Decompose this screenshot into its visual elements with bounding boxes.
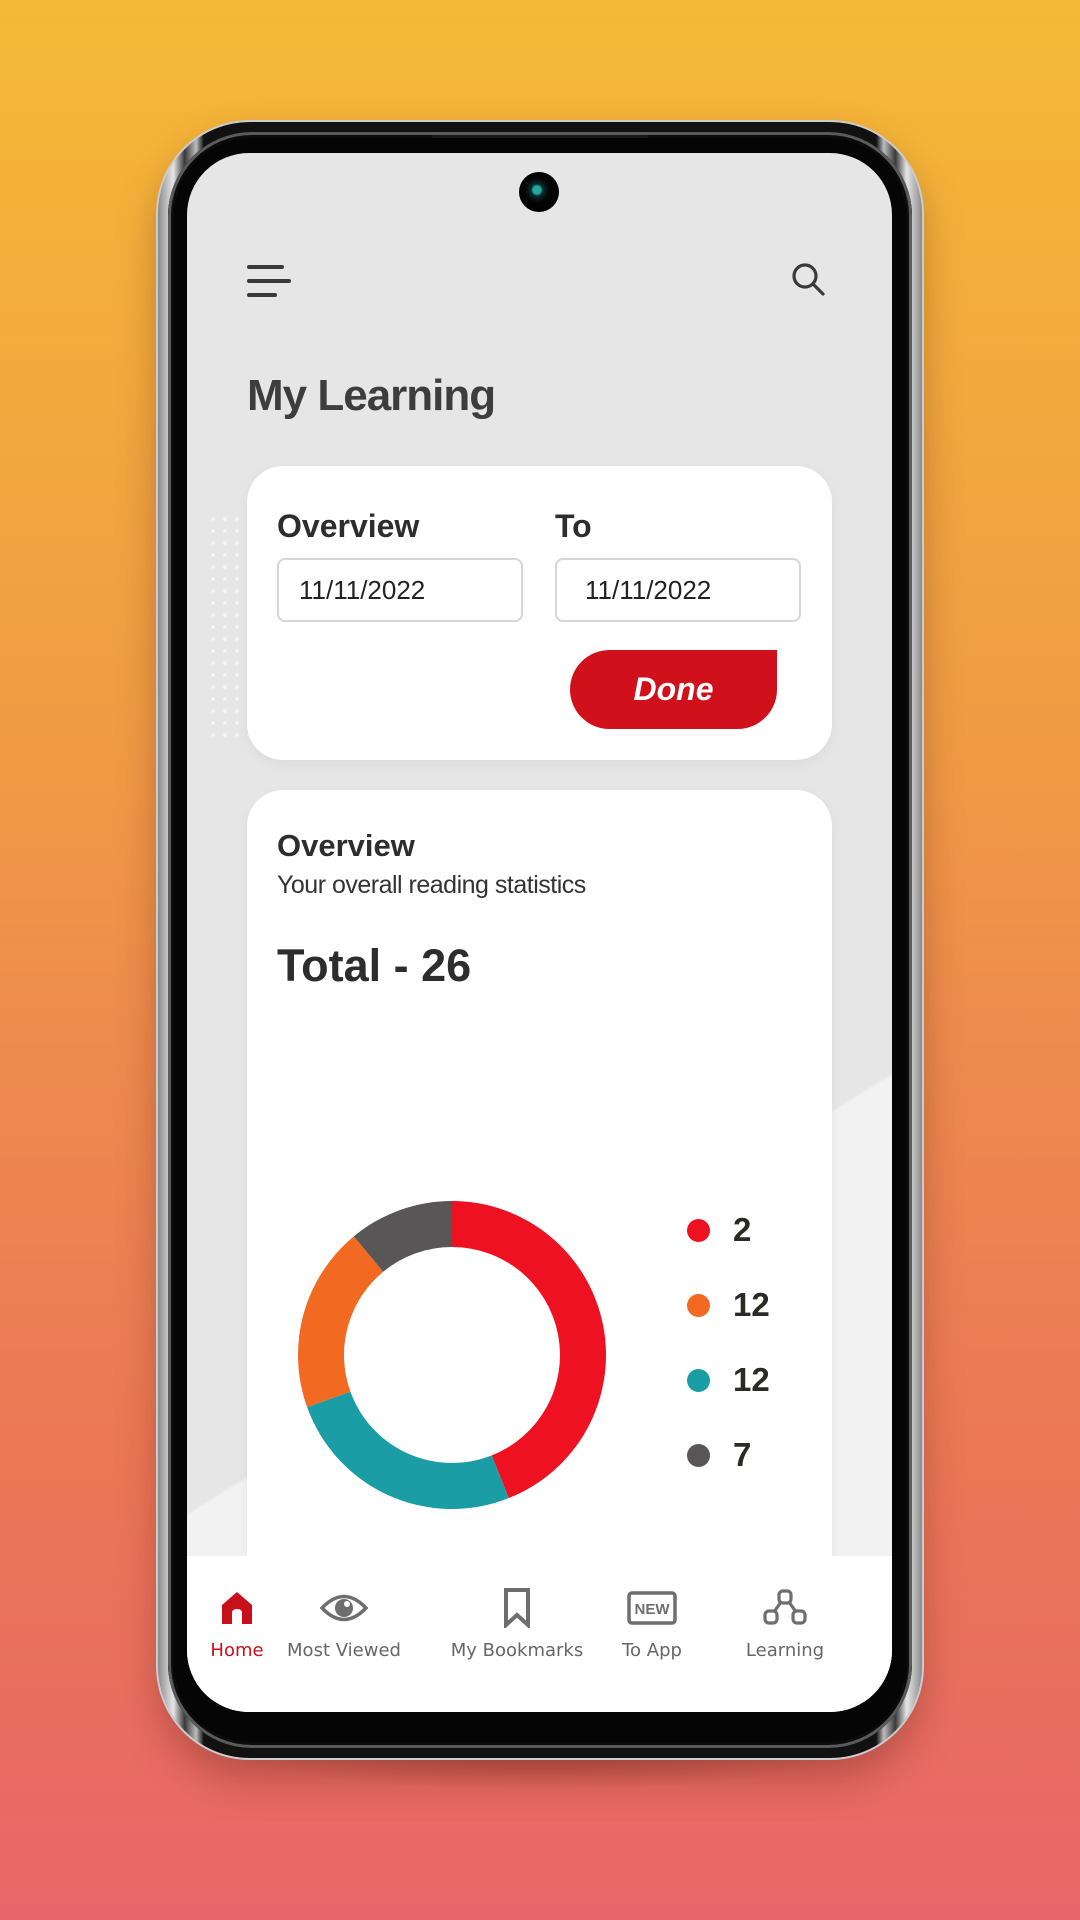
legend-dot [687,1368,710,1392]
from-date-input[interactable]: 11/11/2022 [277,558,523,622]
search-button[interactable] [791,261,831,301]
bookmark-icon [503,1586,531,1630]
nav-item-learning[interactable]: Learning [735,1586,835,1676]
donut-segment [452,1201,606,1499]
hamburger-line [247,279,291,283]
from-date-label: Overview [277,508,420,544]
front-camera [519,172,559,212]
donut-segment [298,1236,384,1408]
nav-label: Home [210,1640,264,1661]
donut-chart [298,1201,606,1509]
nav-item-home[interactable]: Home [207,1586,267,1676]
nav-label: My Bookmarks [450,1640,584,1661]
date-filter-card: Overview To 11/11/2022 11/11/2022 Done [247,466,832,760]
done-button[interactable]: Done [570,650,777,729]
learning-path-icon [763,1586,807,1630]
search-icon [792,263,825,296]
legend-value: 7 [733,1436,752,1473]
hamburger-menu-icon [247,265,284,269]
legend-value: 2 [733,1211,752,1248]
legend-dot [687,1443,710,1467]
nav-item-most-viewed[interactable]: Most Viewed [279,1586,409,1676]
nav-label: Most Viewed [287,1640,401,1661]
bottom-navigation: Home Most Viewed My Bookmarks NEW To App… [187,1556,892,1712]
legend-dot [687,1293,710,1317]
new-badge-icon: NEW [627,1586,677,1630]
legend-item: 12 [687,1360,770,1400]
legend-item: 7 [687,1435,751,1475]
to-date-input[interactable]: 11/11/2022 [555,558,801,622]
stats-subtitle: Your overall reading statistics [277,871,586,899]
phone-speaker-grille [432,135,648,138]
legend-value: 12 [733,1286,770,1323]
home-icon [219,1586,255,1630]
to-date-label: To [555,508,592,544]
hamburger-line [247,293,277,297]
menu-button[interactable] [247,261,295,301]
app-screen: My Learning Overview To 11/11/2022 11/11… [187,153,892,1712]
stats-total: Total - 26 [277,940,472,991]
nav-item-my-bookmarks[interactable]: My Bookmarks [437,1586,597,1676]
donut-segment [307,1391,509,1509]
stats-title: Overview [277,828,415,863]
nav-item-to-app[interactable]: NEW To App [612,1586,692,1676]
page-title: My Learning [247,371,496,420]
legend-dot [687,1218,710,1242]
legend-value: 12 [733,1361,770,1398]
legend-item: 12 [687,1285,770,1325]
svg-text:NEW: NEW [635,1601,671,1618]
nav-label: To App [622,1640,682,1661]
nav-label: Learning [745,1640,825,1661]
legend-item: 2 [687,1210,751,1250]
eye-icon [320,1586,368,1630]
